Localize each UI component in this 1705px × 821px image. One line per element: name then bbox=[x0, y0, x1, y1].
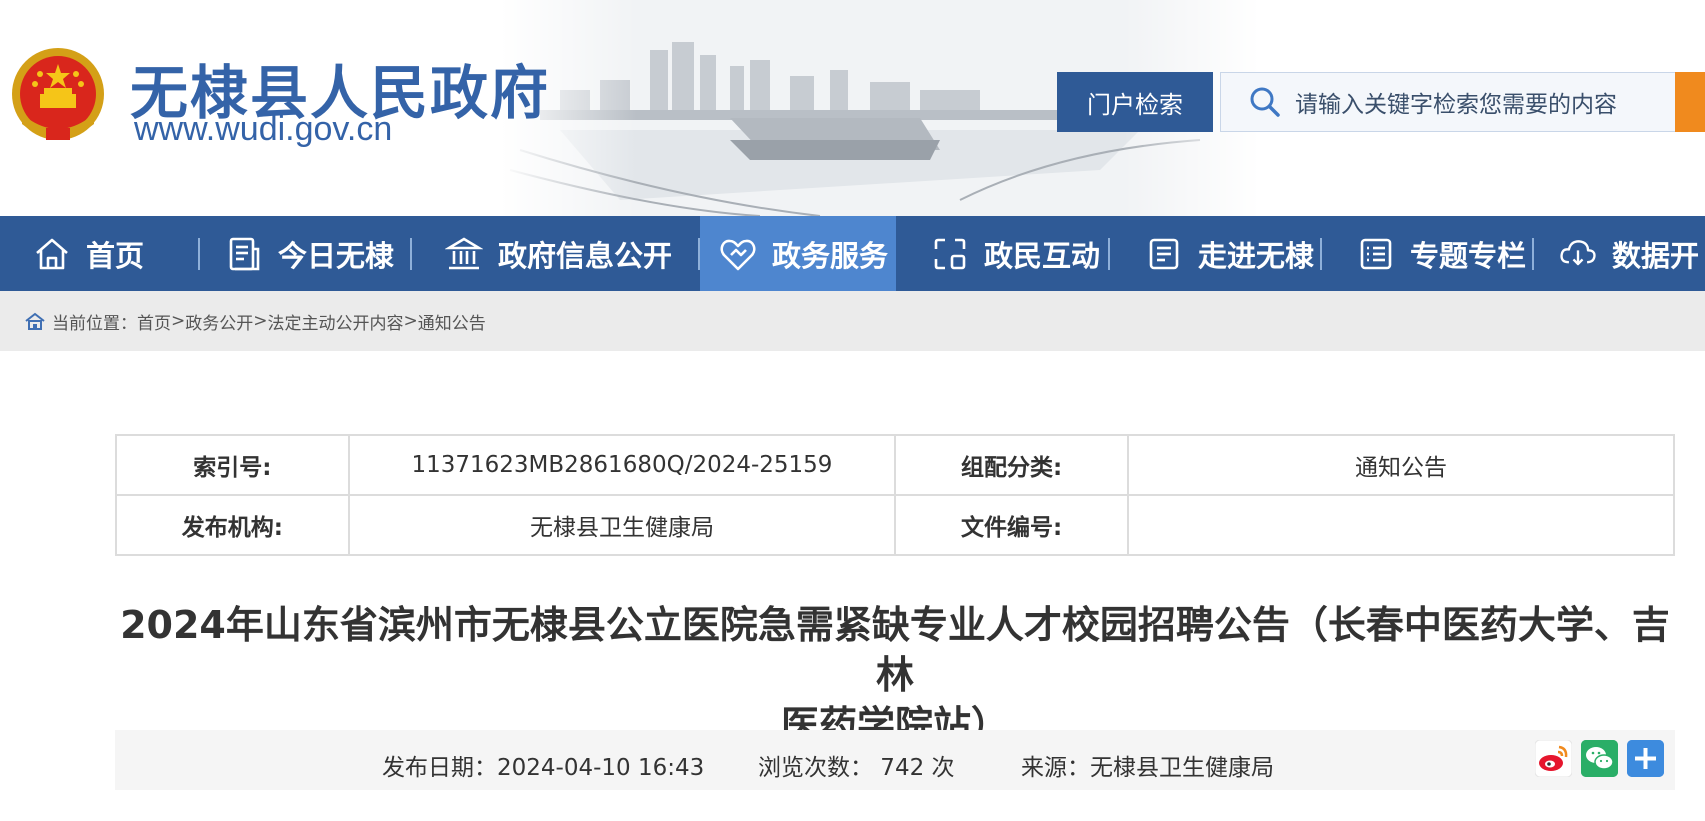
home-icon bbox=[32, 234, 72, 274]
breadcrumb-statutory-content[interactable]: 法定主动公开内容 bbox=[268, 309, 404, 334]
category-label: 组配分类: bbox=[894, 434, 1129, 496]
nav-item-today-wudi[interactable]: 今日无棣 bbox=[200, 216, 412, 291]
document-number-label: 文件编号: bbox=[894, 494, 1129, 556]
nav-item-open-data[interactable]: 数据开 bbox=[1534, 216, 1705, 291]
table-row: 发布机构: 无棣县卫生健康局 文件编号: bbox=[115, 494, 1676, 556]
breadcrumb-notices[interactable]: 通知公告 bbox=[418, 309, 486, 334]
publisher-label: 发布机构: bbox=[115, 494, 350, 556]
cloud-download-icon bbox=[1558, 234, 1598, 274]
nav-item-interaction[interactable]: 政民互动 bbox=[896, 216, 1110, 291]
article-source: 来源：无棣县卫生健康局 bbox=[1021, 755, 1274, 781]
wechat-icon bbox=[1581, 740, 1618, 777]
nav-item-gov-service[interactable]: 政务服务 bbox=[700, 216, 896, 291]
nav-label-open-data: 数据开 bbox=[1612, 238, 1700, 273]
main-nav: 首页 今日无棣 政府信息公开 政务服务 政民互动 走进无棣 专题专栏 数据开 bbox=[0, 216, 1705, 291]
index-number-value: 11371623MB2861680Q/2024-25159 bbox=[347, 434, 897, 496]
document-number-value bbox=[1126, 494, 1676, 556]
breadcrumb-home[interactable]: 首页 bbox=[137, 309, 171, 334]
nav-item-home[interactable]: 首页 bbox=[0, 216, 200, 291]
article-title-line-1: 2024年山东省滨州市无棣县公立医院急需紧缺专业人才校园招聘公告（长春中医药大学… bbox=[120, 603, 1670, 697]
share-weibo-button[interactable] bbox=[1535, 740, 1572, 777]
nav-label-gov-service: 政务服务 bbox=[772, 238, 889, 273]
handshake-heart-icon bbox=[718, 234, 758, 274]
category-value: 通知公告 bbox=[1126, 434, 1676, 496]
nav-label-gov-info: 政府信息公开 bbox=[498, 238, 673, 273]
nav-item-special-topics[interactable]: 专题专栏 bbox=[1322, 216, 1534, 291]
portal-search-tab[interactable]: 门户检索 bbox=[1057, 72, 1213, 132]
article-meta-bar: 发布日期：2024-04-10 16:43 浏览次数： 742 次 来源：无棣县… bbox=[115, 730, 1675, 790]
search-icon bbox=[1250, 87, 1280, 117]
breadcrumb-gov-affairs[interactable]: 政务公开 bbox=[185, 309, 253, 334]
nav-label-today-wudi: 今日无棣 bbox=[278, 238, 395, 273]
government-building-icon bbox=[444, 234, 484, 274]
document-info-table: 索引号: 11371623MB2861680Q/2024-25159 组配分类:… bbox=[115, 434, 1676, 556]
publisher-value: 无棣县卫生健康局 bbox=[347, 494, 897, 556]
site-header: 无棣县人民政府 www.wudi.gov.cn 门户检索 请输入关键字检索您需要… bbox=[0, 0, 1705, 216]
more-share-icon bbox=[1627, 740, 1664, 777]
checklist-icon bbox=[1356, 234, 1396, 274]
nav-item-about-wudi[interactable]: 走进无棣 bbox=[1110, 216, 1322, 291]
view-count: 浏览次数： 742 次 bbox=[758, 755, 955, 781]
nav-item-gov-info[interactable]: 政府信息公开 bbox=[412, 216, 700, 291]
search-input[interactable]: 请输入关键字检索您需要的内容 bbox=[1220, 72, 1680, 132]
breadcrumb-separator: > bbox=[171, 311, 186, 331]
document-list-icon bbox=[1144, 234, 1184, 274]
breadcrumb: 当前位置： 首页 > 政务公开 > 法定主动公开内容 > 通知公告 bbox=[0, 291, 1705, 351]
search-placeholder: 请输入关键字检索您需要的内容 bbox=[1295, 92, 1617, 118]
national-emblem-logo bbox=[12, 48, 104, 140]
table-row: 索引号: 11371623MB2861680Q/2024-25159 组配分类:… bbox=[115, 434, 1676, 496]
site-url[interactable]: www.wudi.gov.cn bbox=[134, 110, 392, 149]
share-more-button[interactable] bbox=[1627, 740, 1664, 777]
interaction-icon bbox=[930, 234, 970, 274]
article-title: 2024年山东省滨州市无棣县公立医院急需紧缺专业人才校园招聘公告（长春中医药大学… bbox=[115, 600, 1675, 750]
nav-label-about-wudi: 走进无棣 bbox=[1198, 238, 1315, 273]
home-location-icon bbox=[25, 312, 45, 330]
search-button[interactable] bbox=[1675, 72, 1705, 132]
portal-search-tab-label: 门户检索 bbox=[1087, 90, 1183, 119]
nav-label-home: 首页 bbox=[86, 238, 145, 273]
share-wechat-button[interactable] bbox=[1581, 740, 1618, 777]
weibo-icon bbox=[1535, 740, 1572, 777]
breadcrumb-separator: > bbox=[403, 311, 418, 331]
publish-date: 发布日期：2024-04-10 16:43 bbox=[382, 755, 705, 781]
news-icon bbox=[224, 234, 264, 274]
breadcrumb-separator: > bbox=[253, 311, 268, 331]
nav-label-interaction: 政民互动 bbox=[984, 238, 1101, 273]
index-number-label: 索引号: bbox=[115, 434, 350, 496]
breadcrumb-prefix: 当前位置： bbox=[52, 313, 137, 334]
nav-label-special-topics: 专题专栏 bbox=[1410, 238, 1527, 273]
